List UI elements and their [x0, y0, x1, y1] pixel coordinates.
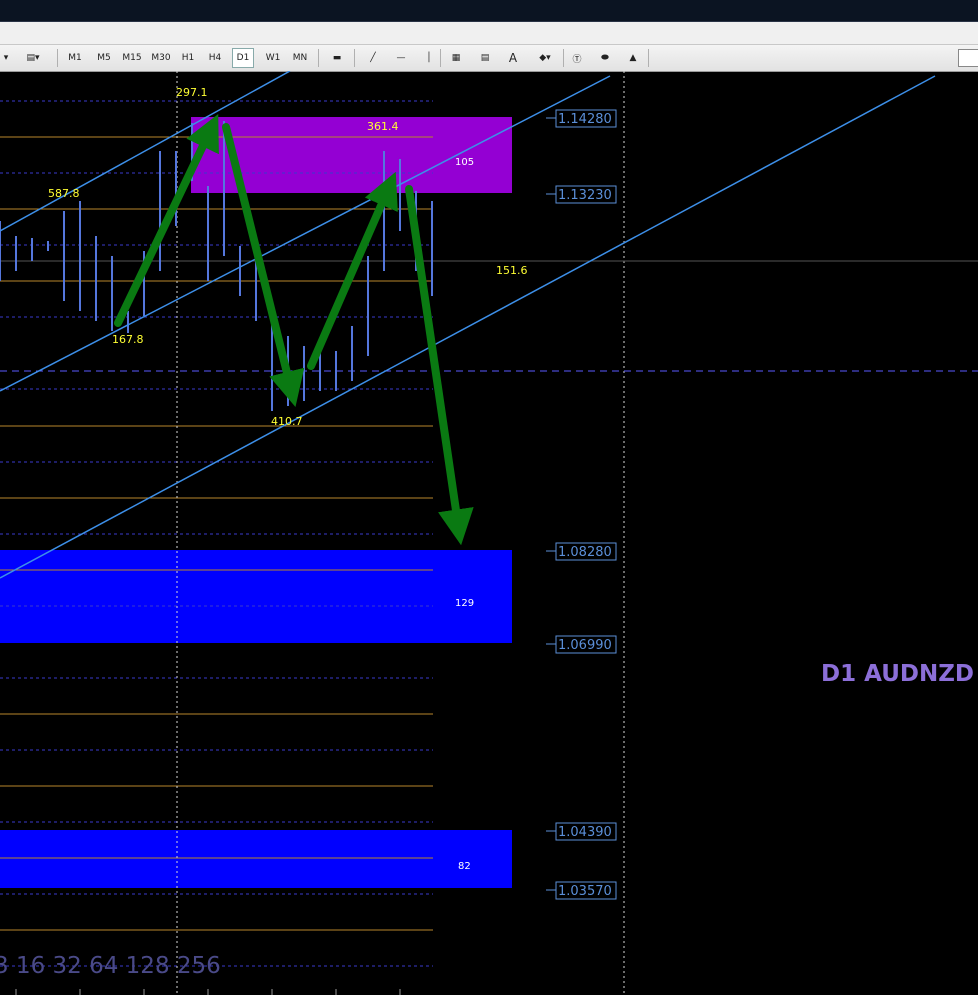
timeframe-button-w1[interactable]: W1 [262, 48, 284, 68]
toolbar-separator [648, 49, 649, 67]
timeframe-button-h1[interactable]: H1 [177, 48, 199, 68]
fibo-retracement-tool-icon[interactable]: ▤ [476, 48, 494, 68]
fibo-expansion-tool-icon[interactable]: ▦ [447, 48, 465, 68]
demand-zone-upper[interactable] [0, 550, 512, 643]
toolbar-separator [354, 49, 355, 67]
timeframe-button-m5[interactable]: M5 [93, 48, 115, 68]
price-label-group: 1.14280 1.13230 1.08280 1.06990 1.04390 1.035… [546, 109, 617, 900]
zone-label: 105 [455, 157, 474, 168]
zone-label: 129 [455, 598, 474, 609]
swing-label: 410.7 [271, 415, 303, 428]
arrows-tool-icon[interactable]: ◆▾ [532, 48, 558, 68]
time-axis [15, 989, 401, 995]
arrow-up-1 [114, 114, 219, 327]
text-tool-icon[interactable]: A [504, 48, 522, 68]
price-label: 1.03570 [558, 884, 612, 899]
price-label: 1.13230 [558, 188, 612, 203]
rectangle-tool-icon[interactable]: ▬ [328, 48, 346, 68]
price-chart[interactable]: 297.1 361.4 587.8 151.6 167.8 410.7 105 … [0, 71, 978, 995]
window-title-bar [0, 0, 978, 22]
swing-label: 587.8 [48, 187, 80, 200]
arrow-down-2 [405, 185, 474, 546]
toolbar-input[interactable] [958, 49, 978, 67]
toolbar-separator [57, 49, 58, 67]
toolbar-separator [563, 49, 564, 67]
menu-strip [0, 22, 978, 44]
text-label-tool-icon[interactable]: Ⓣ [568, 48, 586, 68]
trendline-tool-icon[interactable]: ╱ [364, 48, 382, 68]
chart-window-icon: ▤▾ [26, 53, 40, 63]
dropdown-arrow-icon[interactable]: ▾ [0, 48, 12, 68]
timeframe-button-h4[interactable]: H4 [204, 48, 226, 68]
timeframe-button-mn[interactable]: MN [289, 48, 311, 68]
swing-label: 297.1 [176, 86, 208, 99]
symbol-timeframe-label: D1 AUDNZD [821, 661, 974, 687]
swing-label: 361.4 [367, 120, 399, 133]
chart-toolbar: ▾ ▤▾ M1 M5 M15 M30 H1 H4 D1 W1 MN ▬ ╱ — │ ▦ ▤ A … [0, 44, 978, 72]
price-label: 1.14280 [558, 112, 612, 127]
horizontal-line-tool-icon[interactable]: — [392, 48, 410, 68]
fibonacci-sequence-label: 3 16 32 64 128 256 [0, 953, 221, 979]
swing-label: 167.8 [112, 333, 144, 346]
toolbar-separator [440, 49, 441, 67]
timeframe-button-m30[interactable]: M30 [148, 48, 174, 68]
triangle-tool-icon[interactable]: ▲ [624, 48, 642, 68]
swing-label: 151.6 [496, 264, 528, 277]
timeframe-button-m15[interactable]: M15 [119, 48, 145, 68]
timeframe-button-d1[interactable]: D1 [232, 48, 254, 68]
price-label: 1.04390 [558, 825, 612, 840]
chart-properties-button[interactable]: ▤▾ [18, 48, 48, 68]
price-label: 1.06990 [558, 638, 612, 653]
zone-label: 82 [458, 861, 471, 872]
demand-zone-lower[interactable] [0, 830, 512, 888]
ellipse-tool-icon[interactable]: ⬬ [596, 48, 614, 68]
price-label: 1.08280 [558, 545, 612, 560]
vertical-line-tool-icon[interactable]: │ [420, 48, 438, 68]
toolbar-separator [318, 49, 319, 67]
timeframe-button-m1[interactable]: M1 [64, 48, 86, 68]
arrow-up-2 [307, 171, 398, 370]
